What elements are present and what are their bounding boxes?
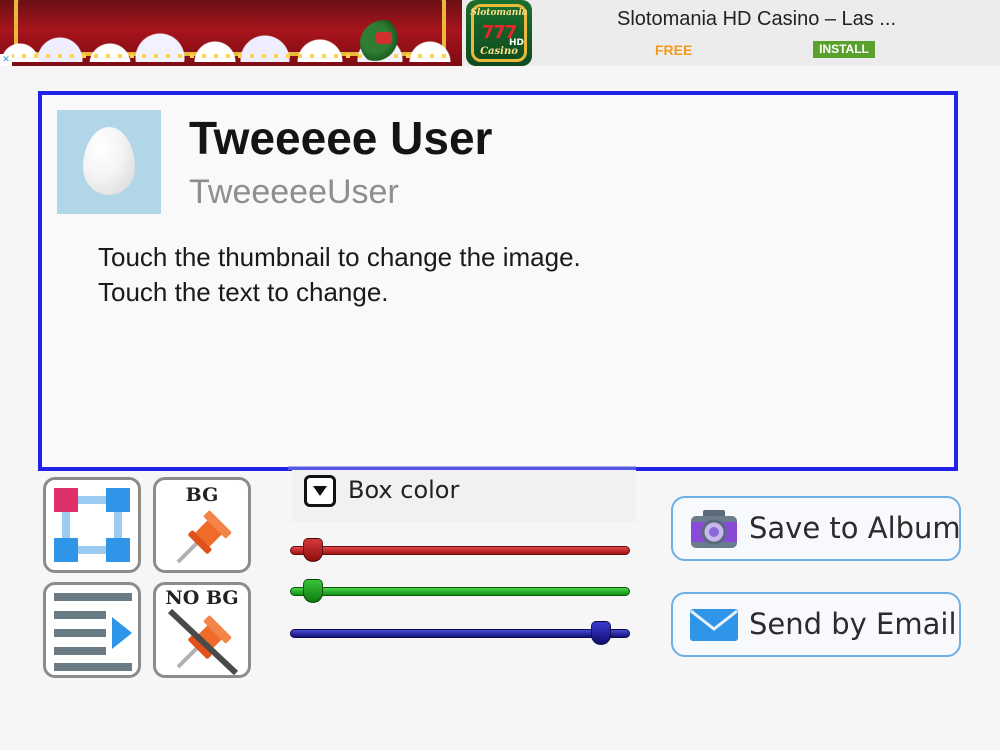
send-by-email-button[interactable]: Send by Email bbox=[671, 592, 961, 657]
send-by-email-label: Send by Email bbox=[749, 607, 957, 641]
ad-icon-casino: Casino bbox=[480, 46, 518, 57]
ad-art-bow bbox=[376, 32, 392, 44]
tweet-card[interactable]: Tweeeee User TweeeeeUser Touch the thumb… bbox=[38, 91, 958, 471]
dropdown-icon[interactable] bbox=[304, 475, 336, 507]
envelope-icon bbox=[690, 609, 738, 641]
no-pin-icon bbox=[167, 608, 239, 675]
green-slider[interactable] bbox=[290, 579, 630, 605]
ad-title[interactable]: Slotomania HD Casino – Las ... bbox=[617, 8, 896, 31]
red-slider-thumb[interactable] bbox=[303, 538, 323, 562]
box-color-selector[interactable]: Box color bbox=[292, 470, 636, 522]
save-to-album-label: Save to Album bbox=[749, 511, 961, 545]
ad-price: FREE bbox=[655, 42, 693, 58]
ad-install-button[interactable]: INSTALL bbox=[813, 41, 875, 58]
blue-slider[interactable] bbox=[290, 621, 630, 647]
no-bg-pin-button[interactable]: NO BG bbox=[153, 582, 251, 678]
frame-layout-icon bbox=[54, 488, 130, 562]
display-name[interactable]: Tweeeee User bbox=[189, 111, 492, 165]
tweet-line: Touch the text to change. bbox=[98, 277, 389, 307]
ad-banner[interactable]: ✕ Slotomania 777 HD Casino Slotomania HD… bbox=[0, 0, 1000, 66]
egg-avatar-icon bbox=[83, 127, 135, 195]
red-slider-track[interactable] bbox=[290, 546, 630, 555]
blue-slider-thumb[interactable] bbox=[591, 621, 611, 645]
bg-pin-button[interactable]: BG bbox=[153, 477, 251, 573]
red-slider[interactable] bbox=[290, 538, 630, 564]
save-to-album-button[interactable]: Save to Album bbox=[671, 496, 961, 561]
blue-slider-track[interactable] bbox=[290, 629, 630, 638]
ad-icon-brand: Slotomania bbox=[470, 8, 528, 18]
avatar-thumbnail[interactable] bbox=[57, 110, 161, 214]
camera-icon bbox=[691, 510, 737, 548]
green-slider-thumb[interactable] bbox=[303, 579, 323, 603]
tweet-text[interactable]: Touch the thumbnail to change the image.… bbox=[98, 240, 581, 310]
ad-close-icon[interactable]: ✕ bbox=[0, 54, 12, 66]
align-text-icon bbox=[54, 593, 132, 671]
box-color-label: Box color bbox=[348, 476, 460, 504]
tweet-line: Touch the thumbnail to change the image. bbox=[98, 242, 581, 272]
pin-icon bbox=[176, 510, 232, 564]
user-handle[interactable]: TweeeeeUser bbox=[189, 173, 399, 212]
green-slider-track[interactable] bbox=[290, 587, 630, 596]
ad-artwork[interactable] bbox=[0, 0, 462, 66]
ad-app-icon[interactable]: Slotomania 777 HD Casino bbox=[466, 0, 532, 66]
align-text-button[interactable] bbox=[43, 582, 141, 678]
layout-frame-button[interactable] bbox=[43, 477, 141, 573]
